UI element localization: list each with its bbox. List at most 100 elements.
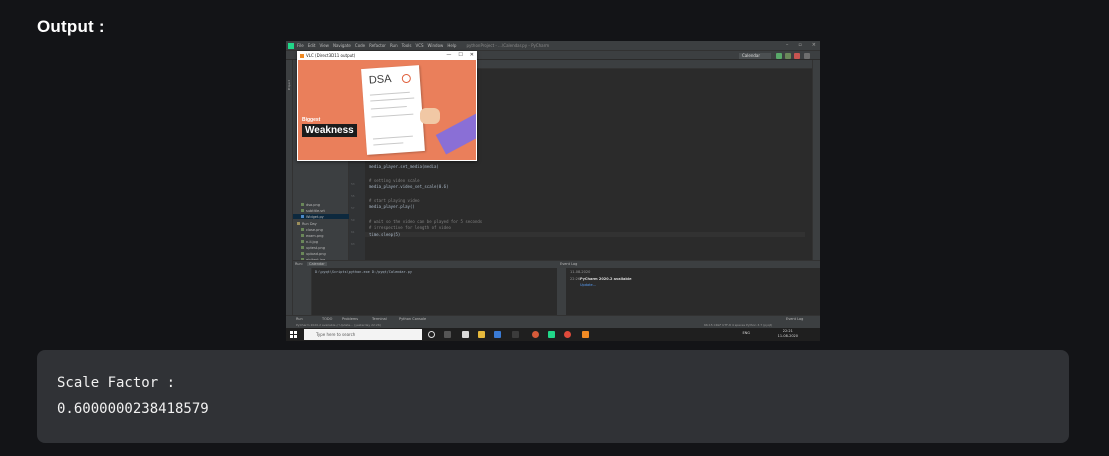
file-icon: [301, 240, 304, 243]
menu-item-refactor[interactable]: Refactor: [369, 43, 386, 48]
code-line: media_player.set_media(media): [369, 164, 439, 169]
code-line: media_player.video_set_scale(0.6): [369, 184, 449, 189]
vlc-window-controls: — ☐ ✕: [446, 52, 474, 58]
tool-window-todo[interactable]: TODO: [322, 317, 332, 321]
menu-item-file[interactable]: File: [297, 43, 304, 48]
tree-item[interactable]: subtitle.srt: [301, 208, 325, 213]
stamp-circle: [401, 73, 412, 84]
menu-item-edit[interactable]: Edit: [308, 43, 316, 48]
tool-window-python-console[interactable]: Python Console: [399, 317, 426, 321]
menu-item-view[interactable]: View: [319, 43, 329, 48]
file-icon: [301, 246, 304, 249]
tool-window-event-log[interactable]: Event Log: [786, 317, 803, 321]
tool-window-run[interactable]: Run: [296, 317, 303, 321]
tree-item[interactable]: exam.png: [301, 233, 324, 238]
event-log-time: 22:26: [570, 277, 581, 281]
close-icon[interactable]: ×: [812, 42, 816, 48]
mail-icon[interactable]: [494, 331, 501, 338]
minimize-icon[interactable]: —: [446, 52, 451, 58]
vlc-cone-icon: [300, 53, 304, 58]
event-log-title: Event Log: [560, 262, 578, 266]
vlc-window-title: VLC (Direct3D11 output): [306, 53, 356, 58]
vlc-taskbar-icon[interactable]: [582, 331, 589, 338]
tree-item[interactable]: n-ii.jpg: [301, 239, 318, 244]
bottom-tool-panel: Run: Calendar Event Log D:\pyqt\Scripts\…: [293, 260, 820, 316]
file-explorer-icon[interactable]: [478, 331, 485, 338]
taskbar-clock[interactable]: 22:21 11-08-2020: [778, 329, 798, 339]
event-log-actions-stripe: [557, 268, 566, 316]
run-tab-calendar[interactable]: Calendar: [307, 262, 327, 266]
event-log-update-link[interactable]: Update...: [580, 283, 596, 287]
run-actions-stripe-2: [303, 268, 312, 316]
menu-item-help[interactable]: Help: [447, 43, 456, 48]
tool-window-problems[interactable]: Problems: [342, 317, 358, 321]
menu-item-run[interactable]: Run: [390, 43, 398, 48]
menu-item-code[interactable]: Code: [355, 43, 365, 48]
vlc-video-window[interactable]: VLC (Direct3D11 output) — ☐ ✕ DSA Bigges…: [297, 51, 477, 161]
menu-item-tools[interactable]: Tools: [402, 43, 412, 48]
file-icon: [301, 228, 304, 231]
folder-icon: [297, 222, 300, 225]
code-line: # setting video scale: [369, 178, 420, 183]
menu-item-vcs[interactable]: VCS: [415, 43, 423, 48]
video-caption-big: Weakness: [302, 124, 357, 137]
arm-illustration: [435, 111, 476, 155]
windows-taskbar: Type here to search ENG 22:21 11-08-2020: [286, 328, 820, 341]
app-icon[interactable]: [512, 331, 519, 338]
maximize-icon[interactable]: ▫: [798, 42, 801, 48]
status-info: 66:15 CRLF UTF-8 4 spaces Python 3.7 (py…: [704, 323, 773, 327]
editor-scrollbar[interactable]: [812, 60, 820, 260]
python-file-icon: [301, 215, 304, 218]
pycharm-taskbar-icon[interactable]: [548, 331, 555, 338]
minimize-icon[interactable]: –: [786, 42, 789, 48]
chrome-icon[interactable]: [564, 331, 571, 338]
stop-icon[interactable]: [794, 53, 800, 59]
video-caption-small: Biggest: [302, 117, 321, 123]
task-view-icon[interactable]: [444, 331, 451, 338]
output-label: Scale Factor :: [57, 375, 176, 391]
pycharm-logo-icon: [288, 42, 294, 49]
event-log-message: PyCharm 2020.2 available: [580, 277, 632, 281]
left-tool-stripe: Project: [286, 60, 293, 315]
vlc-titlebar[interactable]: VLC (Direct3D11 output) — ☐ ✕: [297, 51, 477, 60]
hand-illustration: [420, 108, 440, 124]
file-icon: [301, 203, 304, 206]
paper-heading: DSA: [368, 73, 392, 87]
code-line: # start playing video: [369, 198, 420, 203]
tree-item[interactable]: close.png: [301, 227, 323, 232]
tool-window-stripe: Run TODO Problems Terminal Python Consol…: [286, 315, 820, 322]
tree-item[interactable]: upload.png: [301, 251, 326, 256]
console-output-block: Scale Factor : 0.6000000238418579: [37, 350, 1069, 443]
file-icon: [301, 252, 304, 255]
code-line-current: time.sleep(5): [365, 232, 805, 237]
run-icon[interactable]: [776, 53, 782, 59]
tree-item[interactable]: dsa.png: [301, 202, 320, 207]
cortana-icon[interactable]: [428, 331, 435, 338]
tree-item[interactable]: Run Day: [297, 221, 317, 226]
debug-icon[interactable]: [785, 53, 791, 59]
run-config-dropdown[interactable]: Calendar: [739, 53, 771, 59]
tree-item-selected[interactable]: Widget.py: [293, 214, 349, 219]
store-icon[interactable]: [462, 331, 469, 338]
code-line: media_player.play(): [369, 204, 415, 209]
windows-start-icon[interactable]: [290, 331, 297, 338]
taskbar-search-input[interactable]: Type here to search: [304, 329, 422, 340]
menu-item-window[interactable]: Window: [428, 43, 444, 48]
project-tool-tab[interactable]: Project: [287, 80, 291, 90]
file-icon: [301, 209, 304, 212]
status-message: PyCharm 2020.2 available // Update... (y…: [296, 323, 381, 327]
run-output-text: D:\pyqt\Scripts\python.exe D:/pyqt/Calen…: [315, 270, 412, 274]
menu-item-navigate[interactable]: Navigate: [333, 43, 351, 48]
firefox-icon[interactable]: [532, 331, 539, 338]
document-illustration: DSA: [361, 65, 425, 155]
ide-menubar: File Edit View Navigate Code Refactor Ru…: [286, 41, 820, 50]
tree-item[interactable]: uptest.png: [301, 245, 325, 250]
video-frame: DSA Biggest Weakness: [298, 60, 476, 160]
close-icon[interactable]: ✕: [470, 52, 474, 58]
tool-window-terminal[interactable]: Terminal: [372, 317, 387, 321]
code-line: # wait so the video can be played for 5 …: [369, 219, 483, 224]
tray-language[interactable]: ENG: [742, 331, 750, 335]
run-actions-stripe: [293, 268, 303, 316]
search-everywhere-icon[interactable]: [804, 53, 810, 59]
maximize-icon[interactable]: ☐: [458, 52, 462, 58]
